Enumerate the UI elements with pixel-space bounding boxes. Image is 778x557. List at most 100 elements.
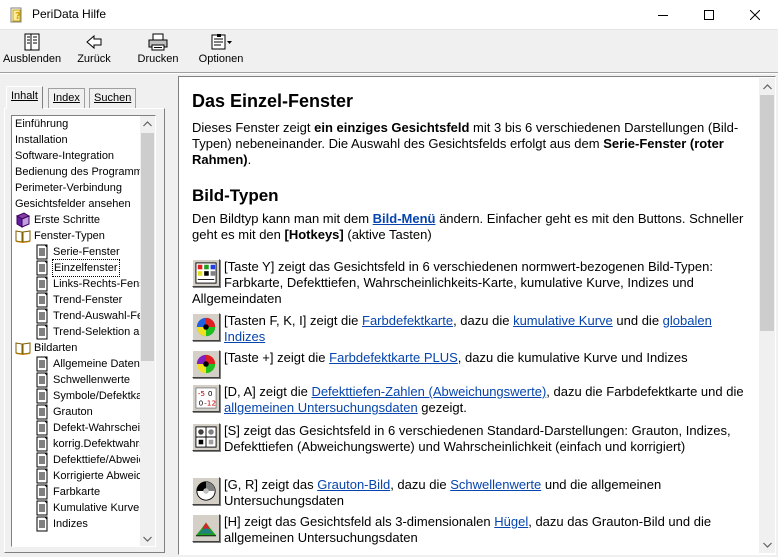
tree-item[interactable]: Trend-Fenster — [34, 292, 122, 308]
close-icon — [750, 10, 760, 20]
topic-page-icon — [34, 308, 50, 324]
tab-suchen[interactable]: Suchen — [89, 88, 137, 108]
minimize-icon — [658, 15, 668, 16]
tree-item[interactable]: Einführung — [15, 116, 68, 132]
topic-pane: Das Einzel-Fenster Dieses Fenster zeigt … — [178, 76, 776, 555]
tree-item[interactable]: Bedienung des Programms — [15, 164, 140, 180]
tree-scroll-thumb[interactable] — [141, 133, 154, 361]
entry-text: , dazu die — [453, 313, 514, 328]
topic-link[interactable]: Hügel — [494, 514, 528, 529]
topic-link[interactable]: Grauton-Bild — [317, 477, 390, 492]
topic-page-icon — [34, 324, 50, 340]
navigation-pane: Index Suchen Inhalt Einführung Installati… — [2, 76, 167, 555]
tree-item-label: Perimeter-Verbindung — [15, 182, 123, 194]
tree-item[interactable]: Installation — [15, 132, 68, 148]
scroll-thumb[interactable] — [760, 95, 774, 331]
tree-item[interactable]: Perimeter-Verbindung — [15, 180, 122, 196]
tree-item[interactable]: Defekt-Wahrscheinlichkeit — [34, 420, 140, 436]
tree-item-label: Kumulative Kurve — [53, 502, 140, 514]
tree-item[interactable]: Software-Integration — [15, 148, 114, 164]
tree-item[interactable]: Defekttiefe/Abweichung — [34, 452, 140, 468]
grayscale-icon[interactable] — [192, 477, 220, 505]
maximize-button[interactable] — [686, 0, 732, 30]
section-title: Bild-Typen — [192, 186, 279, 205]
back-arrow-icon — [86, 34, 102, 50]
open-book-icon — [15, 228, 31, 244]
tree-item[interactable]: Fenster-Typen — [15, 228, 105, 244]
options-label: Optionen — [198, 53, 244, 65]
topic-link[interactable]: Farbdefektkarte — [362, 313, 453, 328]
entry-text: [Tasten F, K, I] zeigt die — [224, 313, 363, 328]
tree-item[interactable]: Allgemeine Daten — [34, 356, 140, 372]
tab-index[interactable]: Index — [48, 88, 85, 108]
scroll-down-button[interactable] — [759, 536, 775, 553]
tree-item[interactable]: Bildarten — [15, 340, 77, 356]
entry-text: [G, R] zeigt das — [224, 477, 318, 492]
hide-button[interactable]: Ausblenden — [3, 33, 61, 71]
grid-icon[interactable] — [192, 259, 220, 287]
entry-text: und die — [612, 313, 663, 328]
tree-item[interactable]: Links-Rechts-Fenster — [34, 276, 140, 292]
topic-page-icon — [34, 260, 50, 276]
topic-page-icon — [34, 388, 50, 404]
color-wheel-icon[interactable] — [192, 313, 220, 341]
standard-grid-icon[interactable] — [192, 423, 220, 451]
tree-scrollbar[interactable] — [140, 116, 155, 546]
print-label: Drucken — [137, 53, 179, 65]
tree-item-label: Trend-Selektion auswählen — [53, 326, 140, 338]
chevron-up-icon — [143, 120, 152, 126]
image-type-entry: [G, R] zeigt das Grauton-Bild, dazu die … — [192, 477, 752, 509]
tab-inhalt[interactable]: Inhalt — [6, 86, 43, 109]
minimize-button[interactable] — [640, 0, 686, 30]
closed-book-icon — [15, 212, 31, 228]
tree-item[interactable]: Schwellenwerte — [34, 372, 130, 388]
color-wheel-plus-icon[interactable] — [192, 350, 220, 378]
numbers-icon[interactable]: -5 0 0 -12 — [192, 384, 220, 412]
tree-item-label: Trend-Auswahl-Fenster — [53, 310, 140, 322]
entry-text: gezeigt. — [417, 400, 467, 415]
tree-item[interactable]: Grauton — [34, 404, 93, 420]
tree-item-label: Einführung — [15, 118, 69, 130]
topic-link[interactable]: Farbdefektkarte PLUS — [329, 350, 458, 365]
tree-item[interactable]: Einzelfenster — [34, 259, 120, 277]
print-button[interactable]: Drucken — [137, 33, 179, 71]
image-type-entry: [S] zeigt das Gesichtsfeld in 6 verschie… — [192, 423, 752, 455]
topic-link[interactable]: Defekttiefen-Zahlen (Abweichungswerte) — [311, 384, 546, 399]
tree-item[interactable]: Trend-Selektion auswählen — [34, 324, 140, 340]
pane-splitter[interactable] — [168, 76, 176, 555]
tree-item[interactable]: Erste Schritte — [15, 212, 100, 228]
tree-item[interactable]: Farbkarte — [34, 484, 100, 500]
chevron-down-icon — [143, 536, 152, 542]
options-button[interactable]: Optionen — [198, 33, 244, 71]
tree-item[interactable]: Indizes — [34, 516, 88, 532]
contents-tree[interactable]: Einführung Installation Software-Integrati… — [11, 115, 156, 547]
tree-scroll-up-button[interactable] — [140, 116, 155, 131]
tree-item[interactable]: Serie-Fenster — [34, 244, 120, 260]
section-intro-text-3: (aktive Tasten) — [343, 227, 432, 242]
tree-item[interactable]: Korrigierte Abweichung — [34, 468, 140, 484]
tree-item-label: Links-Rechts-Fenster — [53, 278, 140, 290]
tree-item[interactable]: korrig.Defektwahrscheinlichkeit — [34, 436, 140, 452]
tree-item-label: Serie-Fenster — [53, 246, 120, 258]
bild-menu-link[interactable]: Bild-Menü — [373, 211, 436, 226]
tree-item[interactable]: Symbole/Defektkarte — [34, 388, 140, 404]
topic-scrollbar[interactable] — [759, 78, 775, 553]
topic-link[interactable]: kumulative Kurve — [513, 313, 613, 328]
tree-item[interactable]: Gesichtsfelder ansehen — [15, 196, 131, 212]
intro-paragraph: Dieses Fenster zeigt ein einziges Gesich… — [192, 120, 752, 168]
back-button[interactable]: Zurück — [74, 33, 114, 71]
scroll-up-button[interactable] — [759, 78, 775, 95]
toolbar: Ausblenden Zurück Drucken Optionen — [0, 31, 778, 71]
hill-icon[interactable] — [192, 514, 220, 542]
open-book-icon — [15, 340, 31, 356]
tree-item-label: Schwellenwerte — [53, 374, 131, 386]
printer-icon — [148, 33, 168, 51]
close-button[interactable] — [732, 0, 778, 30]
topic-link[interactable]: Schwellenwerte — [450, 477, 541, 492]
entry-text: [H] zeigt das Gesichtsfeld als 3-dimensi… — [224, 514, 495, 529]
tree-item[interactable]: Kumulative Kurve — [34, 500, 139, 516]
tree-item[interactable]: Trend-Auswahl-Fenster — [34, 308, 140, 324]
tree-scroll-down-button[interactable] — [140, 531, 155, 546]
topic-link[interactable]: allgemeinen Untersuchungsdaten — [224, 400, 418, 415]
hide-pane-icon — [24, 33, 40, 51]
